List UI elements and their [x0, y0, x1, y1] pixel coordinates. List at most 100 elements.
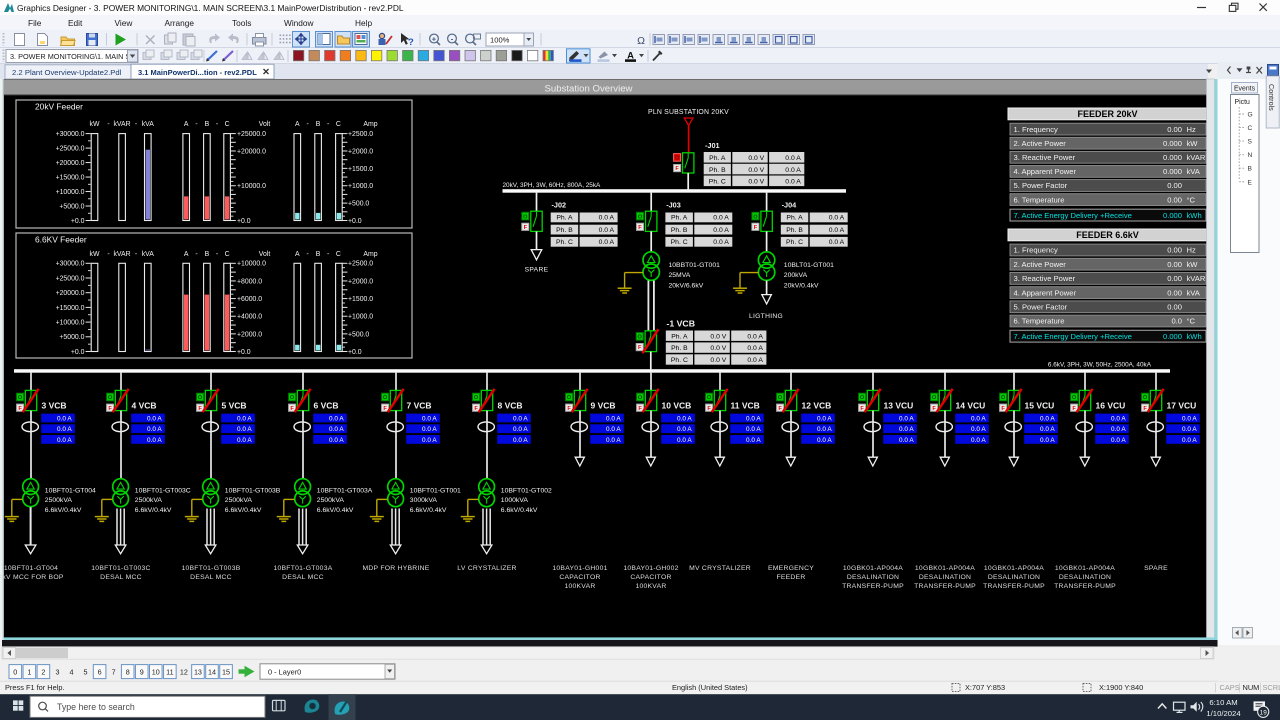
- svg-text:0.0 A: 0.0 A: [57, 426, 72, 433]
- svg-text:2. Active Power: 2. Active Power: [1014, 260, 1067, 269]
- svg-text:O: O: [474, 395, 479, 401]
- svg-text:0.0: 0.0: [1171, 317, 1182, 326]
- svg-text:Controls: Controls: [1267, 84, 1276, 111]
- svg-text:7: 7: [112, 668, 116, 677]
- svg-text:A: A: [295, 251, 300, 258]
- svg-text:SPARE: SPARE: [1144, 565, 1168, 572]
- svg-text:13 VCU: 13 VCU: [884, 401, 914, 411]
- svg-text:11 VCB: 11 VCB: [731, 401, 760, 411]
- svg-text:6.6kV, 3PH, 3W, 50Hz, 2500A, 4: 6.6kV, 3PH, 3W, 50Hz, 2500A, 40kA: [1048, 361, 1152, 368]
- svg-text:CAPS: CAPS: [1220, 683, 1240, 692]
- svg-text:X:1900 Y:840: X:1900 Y:840: [1099, 683, 1143, 692]
- svg-text:0.0 A: 0.0 A: [677, 437, 692, 444]
- svg-text:-: -: [327, 121, 329, 128]
- svg-text:0.0 A: 0.0 A: [1182, 426, 1197, 433]
- svg-text:Substation Overview: Substation Overview: [545, 83, 633, 94]
- svg-text:kVA: kVA: [1187, 167, 1201, 176]
- svg-text:7. Active Energy Delivery +Rec: 7. Active Energy Delivery +Receive: [1014, 332, 1132, 341]
- svg-text:0.0 A: 0.0 A: [785, 155, 801, 162]
- svg-text:100KVAR: 100KVAR: [564, 583, 595, 590]
- svg-text:25MVA: 25MVA: [669, 272, 691, 279]
- svg-text:2500kVA: 2500kVA: [317, 497, 345, 504]
- svg-text:kVA: kVA: [142, 121, 155, 128]
- svg-text:Tools: Tools: [232, 18, 251, 28]
- svg-text:0.0 A: 0.0 A: [329, 416, 344, 423]
- svg-text:10BFT01-GT003B: 10BFT01-GT003B: [181, 565, 240, 572]
- svg-text:SPARE: SPARE: [525, 266, 549, 273]
- svg-text:0.0 A: 0.0 A: [713, 239, 729, 246]
- svg-text:O: O: [638, 335, 643, 341]
- svg-text:+25000.0: +25000.0: [56, 145, 85, 152]
- svg-text:0.0 A: 0.0 A: [677, 426, 692, 433]
- svg-text:TRANSFER-PUMP: TRANSFER-PUMP: [842, 583, 904, 590]
- svg-text:kVA: kVA: [142, 251, 155, 258]
- svg-text:O: O: [753, 214, 758, 220]
- svg-text:FEEDER 6.6kV: FEEDER 6.6kV: [1076, 230, 1139, 240]
- svg-text:O: O: [198, 395, 203, 401]
- svg-text:-: -: [327, 251, 329, 258]
- svg-text:10BFT01-GT004: 10BFT01-GT004: [4, 565, 58, 572]
- svg-text:Ph. A: Ph. A: [709, 155, 726, 162]
- svg-text:+0.0: +0.0: [348, 218, 362, 225]
- svg-text:B: B: [316, 251, 321, 258]
- svg-text:6 VCB: 6 VCB: [314, 401, 339, 411]
- svg-text:kVAR: kVAR: [113, 121, 130, 128]
- svg-text:Arrange: Arrange: [165, 18, 195, 28]
- svg-text:+10000.0: +10000.0: [56, 189, 85, 196]
- svg-text:0.0 A: 0.0 A: [829, 215, 845, 222]
- svg-text:0: 0: [13, 668, 17, 677]
- svg-text:Ph. C: Ph. C: [671, 239, 688, 246]
- svg-text:-J03: -J03: [666, 200, 681, 209]
- svg-text:O: O: [860, 395, 865, 401]
- svg-text:1000kVA: 1000kVA: [501, 497, 529, 504]
- svg-text:0.0 V: 0.0 V: [748, 167, 764, 174]
- svg-text:6.6kV/0.4kV: 6.6kV/0.4kV: [410, 507, 447, 514]
- svg-text:4 VCB: 4 VCB: [132, 401, 157, 411]
- svg-text:0.0 A: 0.0 A: [1111, 426, 1126, 433]
- svg-text:SCRL: SCRL: [1263, 683, 1280, 692]
- svg-text:0.00: 0.00: [1167, 260, 1182, 269]
- svg-text:0.0 A: 0.0 A: [677, 416, 692, 423]
- svg-text:0.0 A: 0.0 A: [817, 437, 832, 444]
- svg-text:C: C: [1248, 125, 1253, 132]
- svg-text:DESAL MCC: DESAL MCC: [100, 574, 142, 581]
- svg-text:1. Frequency: 1. Frequency: [1014, 246, 1059, 255]
- svg-text:10: 10: [152, 668, 160, 677]
- svg-text:100KVAR: 100KVAR: [635, 583, 666, 590]
- svg-text:0.0 V: 0.0 V: [748, 155, 764, 162]
- svg-text:-J04: -J04: [782, 200, 798, 209]
- svg-text:-J02: -J02: [552, 200, 567, 209]
- svg-text:6.6kV/0.4kV: 6.6kV/0.4kV: [45, 507, 82, 514]
- svg-text:kW: kW: [90, 121, 100, 128]
- svg-text:20kV/6.6kV: 20kV/6.6kV: [669, 282, 704, 289]
- svg-text:0.0 A: 0.0 A: [329, 437, 344, 444]
- svg-text:Graphics Designer - 3. POWER M: Graphics Designer - 3. POWER MONITORING\…: [17, 3, 404, 13]
- svg-text:4kV MCC FOR BOP: 4kV MCC FOR BOP: [0, 574, 64, 581]
- svg-text:6:10 AM: 6:10 AM: [1209, 698, 1237, 707]
- svg-text:F: F: [778, 406, 782, 412]
- svg-text:-: -: [216, 121, 218, 128]
- svg-text:Ph. B: Ph. B: [556, 227, 573, 234]
- svg-text:+8000.0: +8000.0: [237, 278, 262, 285]
- svg-text:F: F: [1072, 406, 1076, 412]
- svg-text:Ph. B: Ph. B: [786, 227, 803, 234]
- svg-text:O: O: [778, 395, 783, 401]
- svg-text:O: O: [567, 395, 572, 401]
- svg-text:20kV/0.4kV: 20kV/0.4kV: [784, 282, 819, 289]
- svg-text:kWh: kWh: [1187, 211, 1202, 220]
- svg-text:Ph. A: Ph. A: [671, 333, 688, 340]
- svg-text:MDP FOR HYBRINE: MDP FOR HYBRINE: [362, 565, 429, 572]
- svg-text:Events: Events: [1234, 85, 1256, 92]
- svg-text:kVAR: kVAR: [1187, 153, 1206, 162]
- svg-text:Ph. A: Ph. A: [786, 215, 803, 222]
- svg-text:0.0 A: 0.0 A: [599, 239, 615, 246]
- svg-text:0.0 A: 0.0 A: [599, 215, 615, 222]
- svg-text:F: F: [383, 406, 387, 412]
- svg-text:5 VCB: 5 VCB: [222, 401, 247, 411]
- svg-text:DESALINATION: DESALINATION: [919, 574, 971, 581]
- svg-text:F: F: [638, 225, 642, 231]
- svg-text:5: 5: [84, 668, 88, 677]
- svg-text:Ph. B: Ph. B: [671, 345, 688, 352]
- svg-text:2. Active Power: 2. Active Power: [1014, 139, 1067, 148]
- svg-text:+1000.0: +1000.0: [348, 183, 373, 190]
